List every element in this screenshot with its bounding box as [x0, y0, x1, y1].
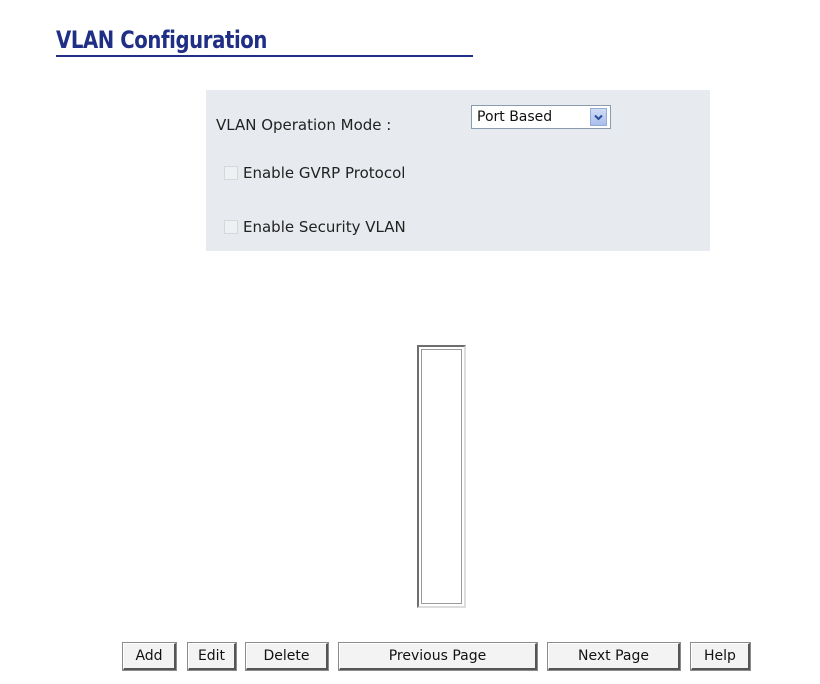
- security-vlan-option[interactable]: Enable Security VLAN: [224, 218, 406, 236]
- gvrp-protocol-label: Enable GVRP Protocol: [243, 164, 406, 182]
- edit-button[interactable]: Edit: [187, 642, 237, 671]
- vlan-operation-mode-value: Port Based: [477, 109, 553, 125]
- chevron-down-icon[interactable]: [590, 108, 607, 126]
- vlan-operation-mode-label: VLAN Operation Mode :: [216, 116, 392, 134]
- vlan-operation-mode-select[interactable]: Port Based: [471, 105, 611, 129]
- vlan-list-box[interactable]: [417, 345, 466, 608]
- gvrp-protocol-option[interactable]: Enable GVRP Protocol: [224, 164, 405, 182]
- add-button[interactable]: Add: [122, 642, 177, 671]
- security-vlan-label: Enable Security VLAN: [243, 218, 406, 236]
- title-underline: [56, 55, 473, 57]
- help-button[interactable]: Help: [690, 642, 751, 671]
- vlan-settings-panel: VLAN Operation Mode : Port Based Enable …: [206, 90, 710, 251]
- security-vlan-checkbox[interactable]: [224, 220, 238, 234]
- gvrp-protocol-checkbox[interactable]: [224, 166, 238, 180]
- next-page-button[interactable]: Next Page: [547, 642, 681, 671]
- vlan-list-inner: [421, 349, 462, 604]
- delete-button[interactable]: Delete: [245, 642, 329, 671]
- previous-page-button[interactable]: Previous Page: [338, 642, 538, 671]
- page-title: VLAN Configuration: [56, 26, 267, 54]
